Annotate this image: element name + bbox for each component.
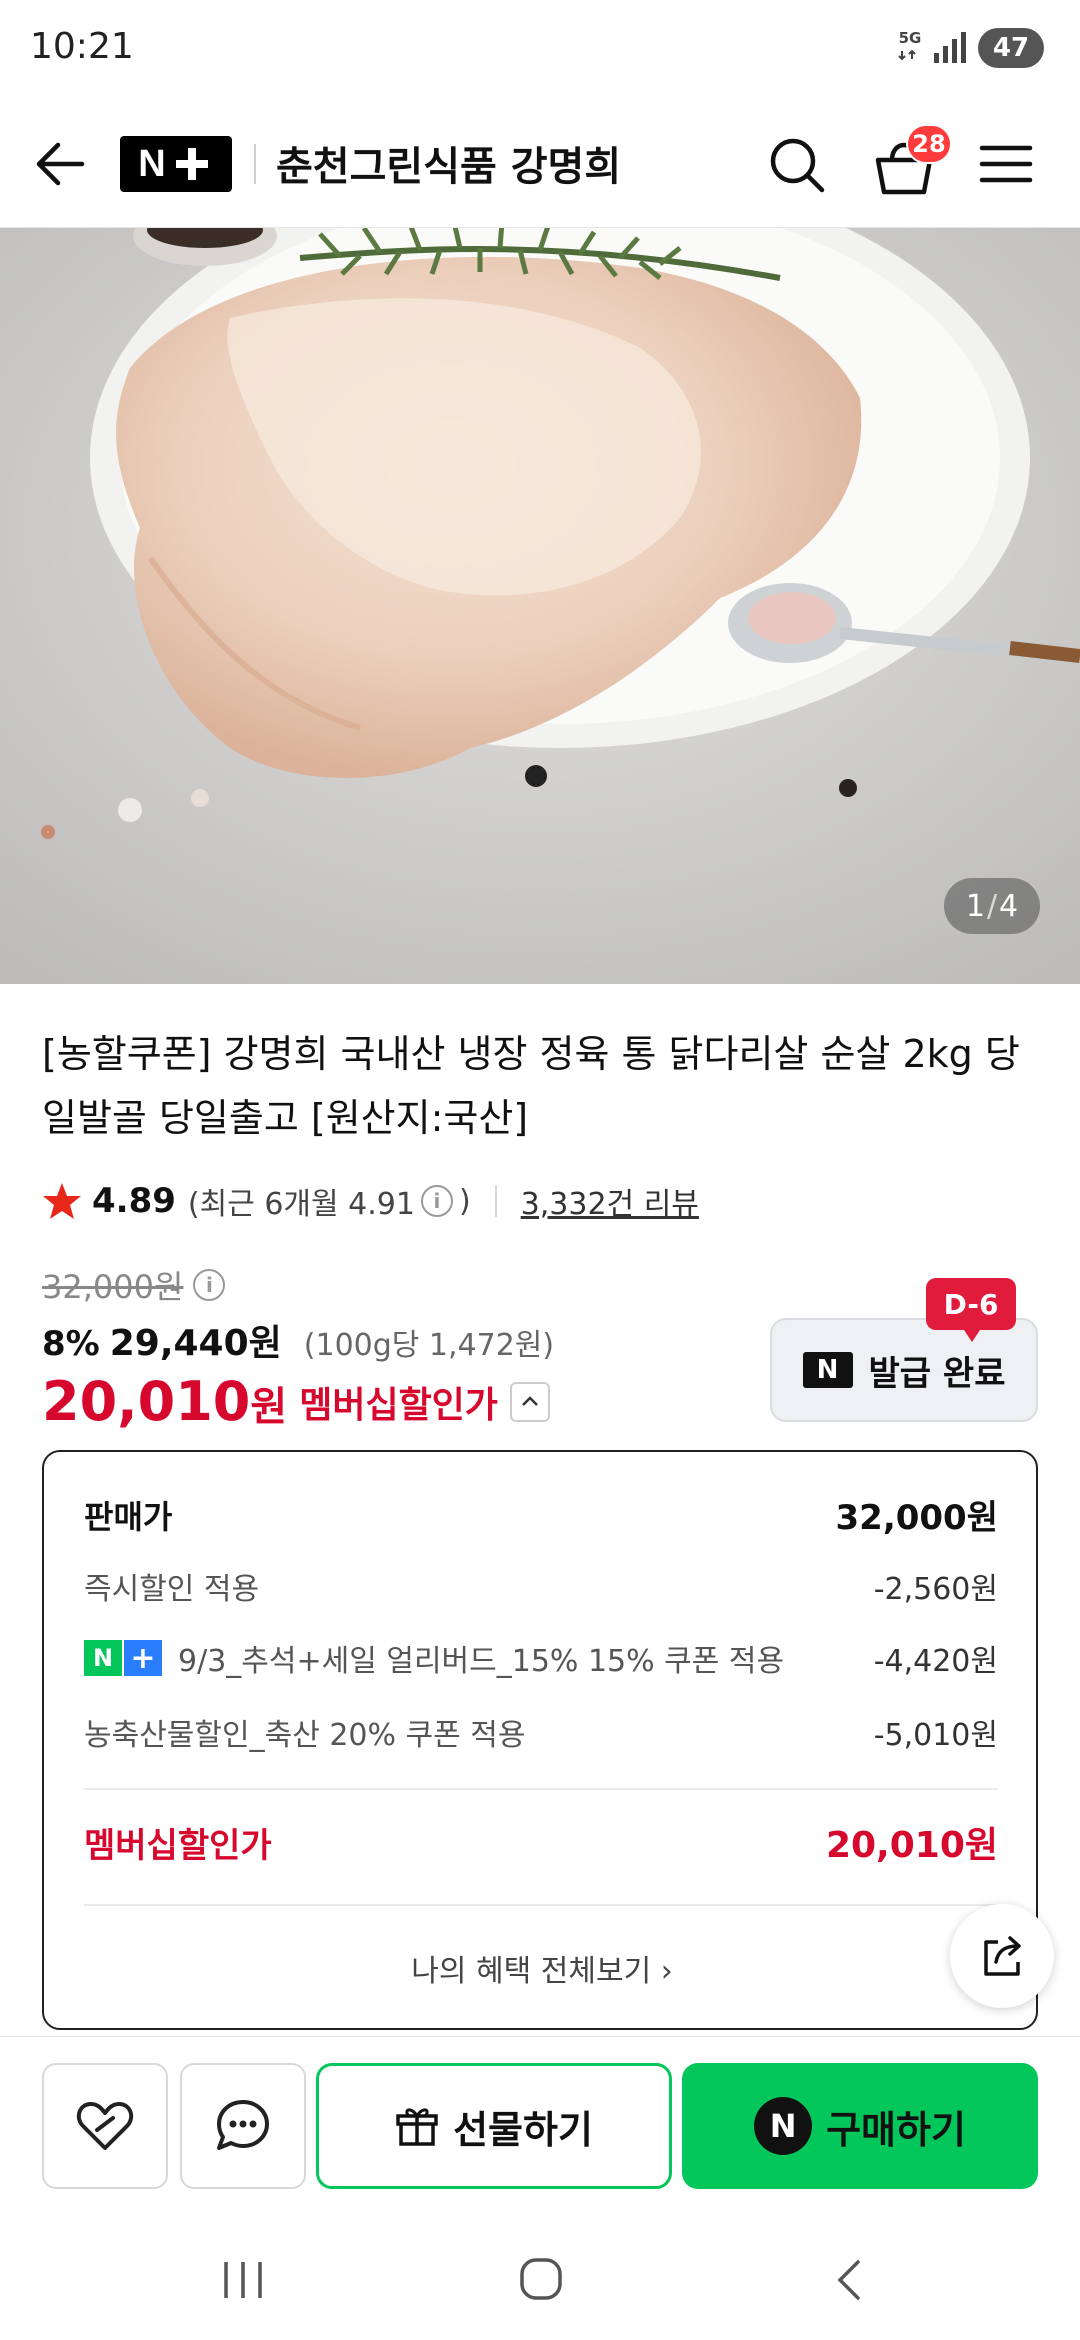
network-icon: 5G (898, 31, 922, 65)
chevron-up-icon (522, 1395, 538, 1406)
product-title: [농할쿠폰] 강명희 국내산 냉장 정육 통 닭다리살 순살 2kg 당일발골 … (42, 1032, 1020, 1140)
home-icon[interactable] (518, 2256, 564, 2302)
heart-icon (76, 2102, 134, 2150)
naver-plus-logo[interactable]: N (120, 136, 232, 192)
star-icon (43, 1183, 81, 1219)
unit-price: (100g당 1,472원) (303, 1328, 555, 1363)
naver-n-icon: N (802, 1352, 853, 1388)
chat-bubble-icon (217, 2100, 269, 2150)
info-icon[interactable]: i (193, 1269, 226, 1301)
rating-recent: (최근 6개월 4.91 i ) (187, 1183, 471, 1223)
breakdown-row: 농축산물할인_축산 20% 쿠폰 적용 -5,010원 (84, 1718, 998, 1753)
rating-score: 4.89 (92, 1181, 176, 1221)
divider (254, 144, 256, 184)
hamburger-icon (979, 145, 1033, 183)
collapse-toggle-button[interactable] (509, 1381, 550, 1422)
original-price: 32,000원 (42, 1268, 184, 1306)
divider (494, 1185, 497, 1217)
bottom-action-bar: 선물하기 N 구매하기 (0, 2036, 1080, 2216)
buy-label: 구매하기 (826, 2107, 966, 2152)
breakdown-total-row: 멤버십할인가 20,010원 (84, 1825, 998, 1866)
header: N 춘천그린식품 강명희 28 (0, 100, 1080, 228)
divider (84, 1788, 998, 1790)
back-nav-icon[interactable] (828, 2256, 868, 2304)
info-icon[interactable]: i (420, 1185, 453, 1217)
system-nav-bar (0, 2216, 1080, 2340)
cart-button[interactable]: 28 (866, 124, 952, 204)
rating-row: 4.89 (최근 6개월 4.91 i ) 3,332건 리뷰 (42, 1176, 699, 1226)
search-icon (770, 138, 825, 193)
member-price: 20,010원 (42, 1370, 288, 1433)
original-price-row: 32,000원 i (42, 1262, 226, 1308)
d-day-badge: D-6 (926, 1278, 1016, 1342)
breakdown-row: 즉시할인 적용 -2,560원 (84, 1572, 998, 1607)
cart-count-badge: 28 (906, 124, 952, 164)
search-button[interactable] (762, 130, 832, 200)
talk-button[interactable] (180, 2063, 306, 2189)
member-price-row: 20,010원 멤버십할인가 (42, 1370, 550, 1433)
review-count-link[interactable]: 3,332건 리뷰 (521, 1179, 699, 1223)
sale-price: 29,440원 (109, 1323, 282, 1364)
plus-icon (170, 142, 214, 186)
price-breakdown-card: 판매가 32,000원 즉시할인 적용 -2,560원 N + 9/3_추석+세일… (42, 1450, 1038, 2030)
arrow-left-icon (36, 142, 85, 186)
back-button[interactable] (30, 134, 90, 194)
product-image-carousel[interactable]: 1/4 (0, 228, 1080, 984)
status-bar: 10:21 5G 47 (0, 0, 1080, 100)
battery-indicator: 47 (978, 28, 1044, 68)
discount-rate: 8% (42, 1324, 100, 1364)
image-counter: 1/4 (944, 878, 1040, 934)
status-icons: 5G 47 (898, 28, 1044, 68)
signal-icon (934, 32, 966, 63)
coupon-label: 발급 완료 (868, 1353, 1006, 1394)
recent-apps-icon[interactable] (218, 2258, 268, 2302)
price-row: 8% 29,440원 (100g당 1,472원) (42, 1314, 554, 1366)
coupon-button[interactable]: N 발급 완료 (770, 1318, 1038, 1422)
menu-button[interactable] (974, 134, 1038, 194)
naver-plus-badge-icon: N + (84, 1640, 162, 1676)
breakdown-row: 판매가 32,000원 (84, 1497, 998, 1539)
share-button[interactable] (950, 1904, 1054, 2008)
product-photo (0, 228, 1080, 984)
gift-button[interactable]: 선물하기 (316, 2063, 672, 2189)
gift-label: 선물하기 (453, 2107, 593, 2152)
gift-icon (396, 2108, 438, 2146)
divider (84, 1904, 998, 1906)
naver-pay-icon: N (754, 2097, 813, 2155)
status-time: 10:21 (30, 26, 134, 67)
view-all-benefits-link[interactable]: 나의 혜택 전체보기 › (44, 1946, 1040, 1990)
buy-button[interactable]: N 구매하기 (682, 2063, 1038, 2189)
store-name[interactable]: 춘천그린식품 강명희 (276, 134, 621, 192)
share-icon (984, 1936, 1021, 1976)
breakdown-row: N + 9/3_추석+세일 얼리버드_15% 15% 쿠폰 적용 -4,420원 (84, 1636, 998, 1680)
member-price-label: 멤버십할인가 (299, 1384, 498, 1426)
wishlist-button[interactable] (42, 2063, 168, 2189)
